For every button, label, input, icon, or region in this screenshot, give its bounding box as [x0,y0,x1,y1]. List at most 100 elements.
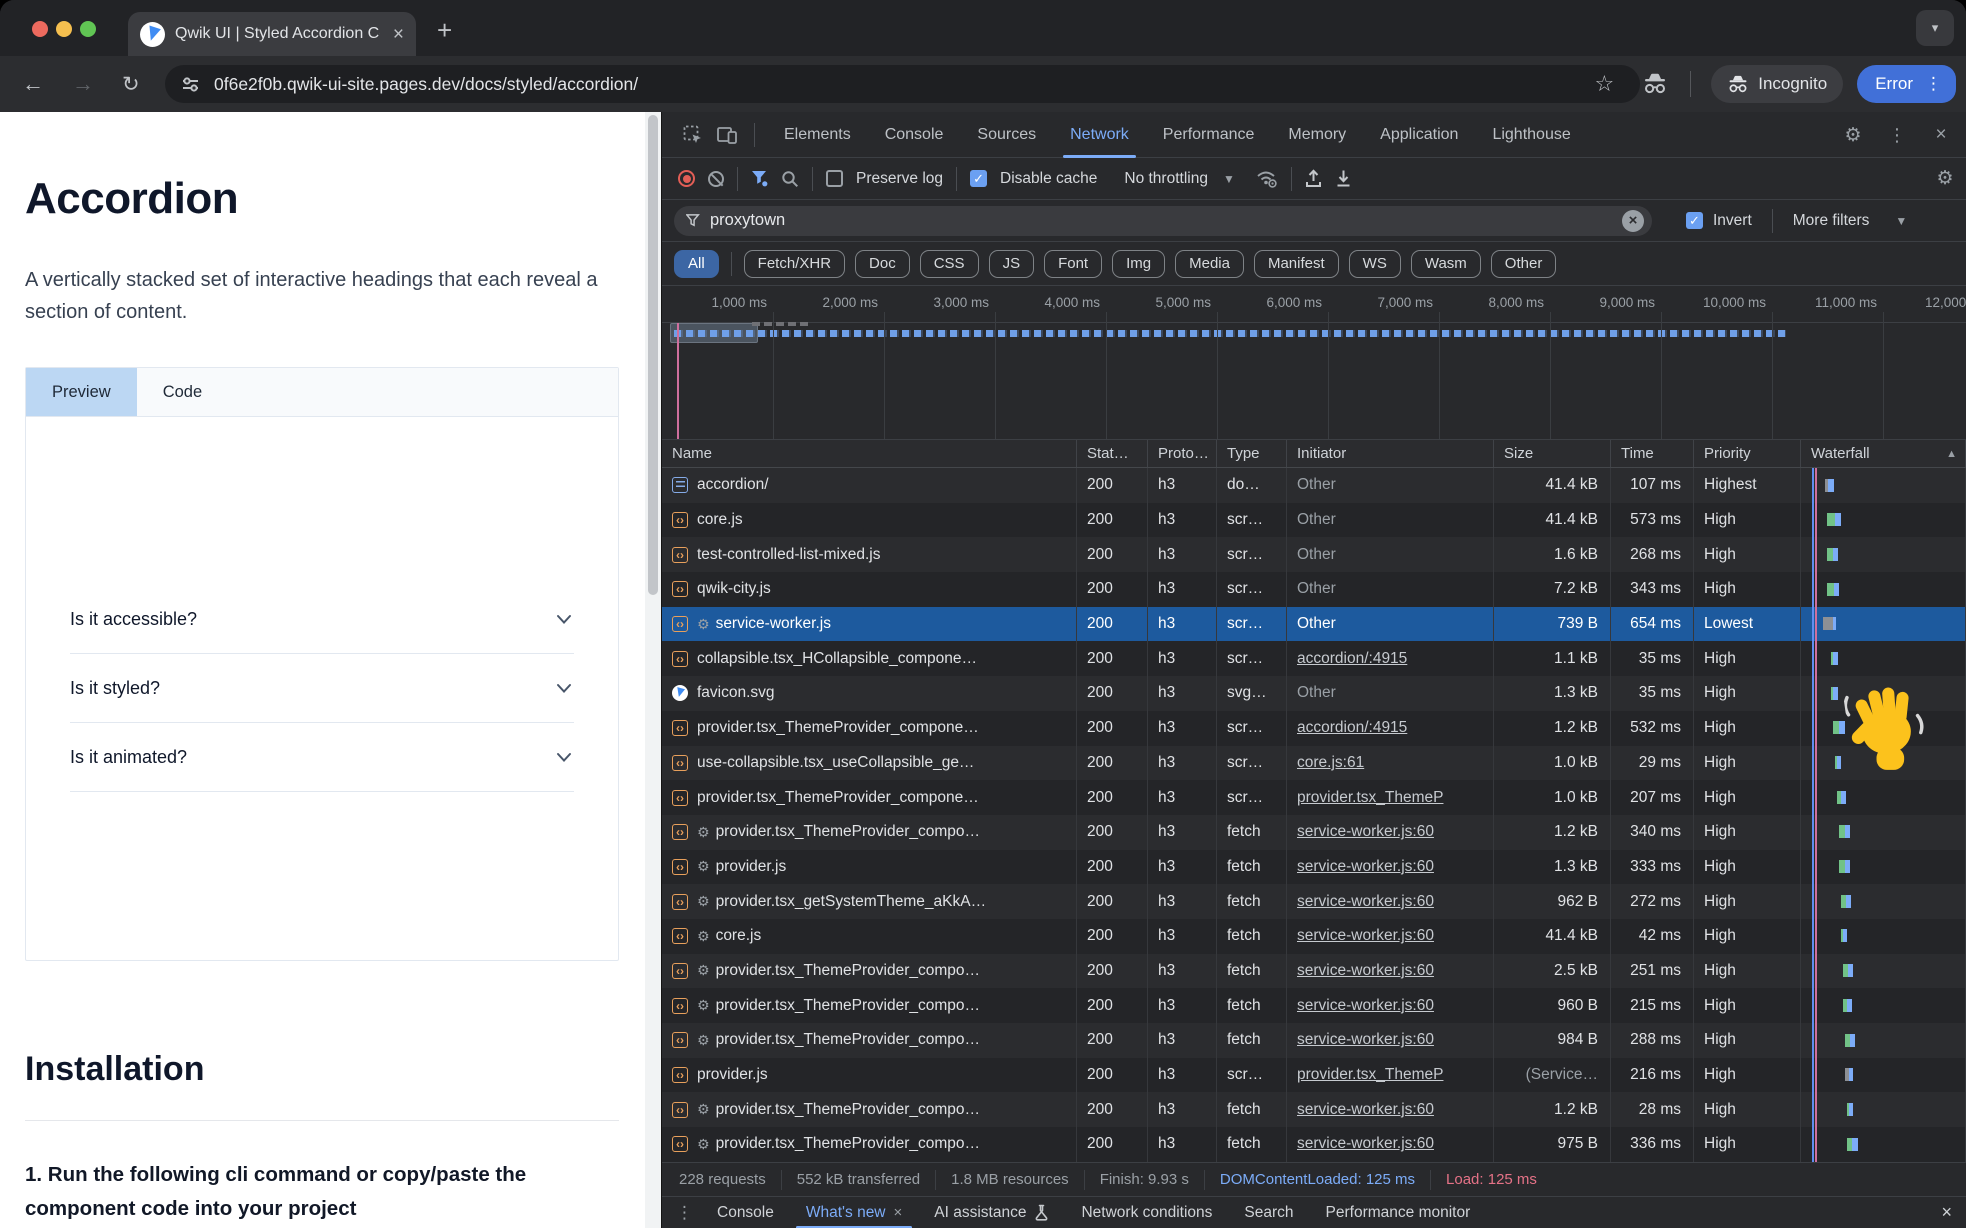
filter-chip-fetch-xhr[interactable]: Fetch/XHR [744,250,845,278]
import-har-icon[interactable] [1305,169,1322,188]
initiator-link[interactable]: service-worker.js:60 [1297,858,1434,876]
initiator-link[interactable]: service-worker.js:60 [1297,1101,1434,1119]
initiator-link[interactable]: service-worker.js:60 [1297,893,1434,911]
table-row[interactable]: favicon.svg200h3svg…Other1.3 kB35 msHigh [662,676,1966,711]
column-header-proto[interactable]: Proto… [1148,440,1217,467]
devtools-close-icon[interactable]: × [1926,120,1956,150]
devtools-tab-lighthouse[interactable]: Lighthouse [1475,112,1587,158]
drawer-menu-icon[interactable]: ⋮ [676,1203,693,1223]
column-header-name[interactable]: Name [662,440,1077,467]
table-row[interactable]: ‹›⚙provider.js200h3fetchservice-worker.j… [662,850,1966,885]
drawer-tab-what-s-new[interactable]: What's new× [790,1197,918,1228]
browser-tab[interactable]: Qwik UI | Styled Accordion Co × [128,12,416,56]
table-row[interactable]: ‹›⚙provider.tsx_ThemeProvider_compo…200h… [662,954,1966,989]
devtools-tab-application[interactable]: Application [1363,112,1475,158]
table-row[interactable]: ‹›⚙provider.tsx_ThemeProvider_compo…200h… [662,988,1966,1023]
devtools-tab-performance[interactable]: Performance [1146,112,1272,158]
close-icon[interactable]: × [894,1204,903,1221]
devtools-tab-console[interactable]: Console [868,112,961,158]
inspect-element-icon[interactable] [678,120,708,150]
tab-search-button[interactable]: ▾ [1916,10,1954,46]
table-row[interactable]: accordion/200h3do…Other41.4 kB107 msHigh… [662,468,1966,503]
zoom-window-button[interactable] [80,21,96,37]
drawer-tab-ai-assistance[interactable]: AI assistance [918,1197,1065,1228]
initiator-link[interactable]: service-worker.js:60 [1297,962,1434,980]
initiator-link[interactable]: core.js:61 [1297,754,1364,772]
column-header-type[interactable]: Type [1217,440,1287,467]
forward-icon[interactable]: → [72,71,94,97]
table-row[interactable]: ‹›provider.js200h3scr…provider.tsx_Theme… [662,1058,1966,1093]
new-tab-button[interactable]: + [437,15,452,46]
site-settings-icon[interactable] [181,75,200,94]
table-row[interactable]: ‹›⚙provider.tsx_ThemeProvider_compo…200h… [662,1023,1966,1058]
devtools-tab-network[interactable]: Network [1053,112,1146,158]
preserve-log-checkbox[interactable] [826,170,843,187]
throttling-select[interactable]: No throttling [1124,170,1208,188]
back-icon[interactable]: ← [22,71,44,97]
filter-chip-all[interactable]: All [674,250,719,278]
devtools-tab-elements[interactable]: Elements [767,112,868,158]
page-scrollbar[interactable] [645,112,661,1228]
filter-chip-media[interactable]: Media [1175,250,1244,278]
clear-filter-icon[interactable]: × [1622,210,1644,232]
tab-preview[interactable]: Preview [26,368,137,416]
table-row[interactable]: ‹›core.js200h3scr…Other41.4 kB573 msHigh [662,503,1966,538]
drawer-close-icon[interactable]: × [1941,1202,1952,1223]
error-button[interactable]: Error ⋮ [1857,65,1956,103]
filter-chip-css[interactable]: CSS [920,250,979,278]
devtools-tab-sources[interactable]: Sources [960,112,1053,158]
filter-input[interactable]: proxytown × [674,206,1652,236]
export-har-icon[interactable] [1335,169,1352,188]
search-icon[interactable] [781,170,799,188]
filter-chip-font[interactable]: Font [1044,250,1102,278]
initiator-link[interactable]: service-worker.js:60 [1297,927,1434,945]
initiator-link[interactable]: provider.tsx_ThemeP [1297,789,1443,807]
initiator-link[interactable]: service-worker.js:60 [1297,823,1434,841]
devtools-settings-icon[interactable]: ⚙ [1838,120,1868,150]
chevron-down-icon[interactable]: ▼ [1223,172,1235,186]
url-bar[interactable]: 0f6e2f0b.qwik-ui-site.pages.dev/docs/sty… [165,65,1640,103]
device-toolbar-icon[interactable] [712,120,742,150]
network-settings-icon[interactable]: ⚙ [1930,164,1960,194]
table-row[interactable]: ‹›⚙provider.tsx_ThemeProvider_compo…200h… [662,1127,1966,1162]
initiator-link[interactable]: service-worker.js:60 [1297,997,1434,1015]
initiator-link[interactable]: accordion/:4915 [1297,719,1407,737]
filter-chip-other[interactable]: Other [1491,250,1557,278]
clear-network-log-icon[interactable] [708,171,724,187]
column-header-waterfall[interactable]: Waterfall▲ [1801,440,1966,467]
initiator-link[interactable]: accordion/:4915 [1297,650,1407,668]
table-row[interactable]: ‹›⚙provider.tsx_getSystemTheme_aKkA…200h… [662,884,1966,919]
column-header-initiator[interactable]: Initiator [1287,440,1494,467]
table-row[interactable]: ‹›test-controlled-list-mixed.js200h3scr…… [662,537,1966,572]
column-header-time[interactable]: Time [1611,440,1694,467]
column-header-priority[interactable]: Priority [1694,440,1801,467]
filter-chip-manifest[interactable]: Manifest [1254,250,1339,278]
accordion-item-is-it-animated[interactable]: Is it animated? [70,723,574,792]
network-conditions-icon[interactable] [1256,169,1278,188]
table-row[interactable]: ‹›use-collapsible.tsx_useCollapsible_ge…… [662,746,1966,781]
devtools-menu-icon[interactable]: ⋮ [1882,120,1912,150]
table-row[interactable]: ‹›collapsible.tsx_HCollapsible_compone…2… [662,641,1966,676]
column-header-stat[interactable]: Stat… [1077,440,1148,467]
chevron-down-icon[interactable]: ▼ [1895,214,1907,228]
column-header-size[interactable]: Size [1494,440,1611,467]
table-row[interactable]: ‹›provider.tsx_ThemeProvider_compone…200… [662,780,1966,815]
tab-close-icon[interactable]: × [393,25,404,44]
bookmark-star-icon[interactable]: ☆ [1594,71,1614,97]
drawer-tab-console[interactable]: Console [701,1197,790,1228]
table-row[interactable]: ‹›⚙core.js200h3fetchservice-worker.js:60… [662,919,1966,954]
disable-cache-checkbox[interactable]: ✓ [970,170,987,187]
minimize-window-button[interactable] [56,21,72,37]
network-overview-timeline[interactable]: 1,000 ms2,000 ms3,000 ms4,000 ms5,000 ms… [662,286,1966,440]
drawer-tab-performance-monitor[interactable]: Performance monitor [1310,1197,1487,1228]
filter-chip-js[interactable]: JS [989,250,1035,278]
table-row[interactable]: ‹›qwik-city.js200h3scr…Other7.2 kB343 ms… [662,572,1966,607]
filter-chip-wasm[interactable]: Wasm [1411,250,1481,278]
reload-icon[interactable]: ↻ [122,72,140,97]
accordion-item-is-it-styled[interactable]: Is it styled? [70,654,574,723]
devtools-tab-memory[interactable]: Memory [1271,112,1363,158]
tab-code[interactable]: Code [137,368,228,416]
invert-filter-checkbox[interactable]: ✓ [1686,212,1703,229]
initiator-link[interactable]: provider.tsx_ThemeP [1297,1066,1443,1084]
filter-chip-doc[interactable]: Doc [855,250,910,278]
